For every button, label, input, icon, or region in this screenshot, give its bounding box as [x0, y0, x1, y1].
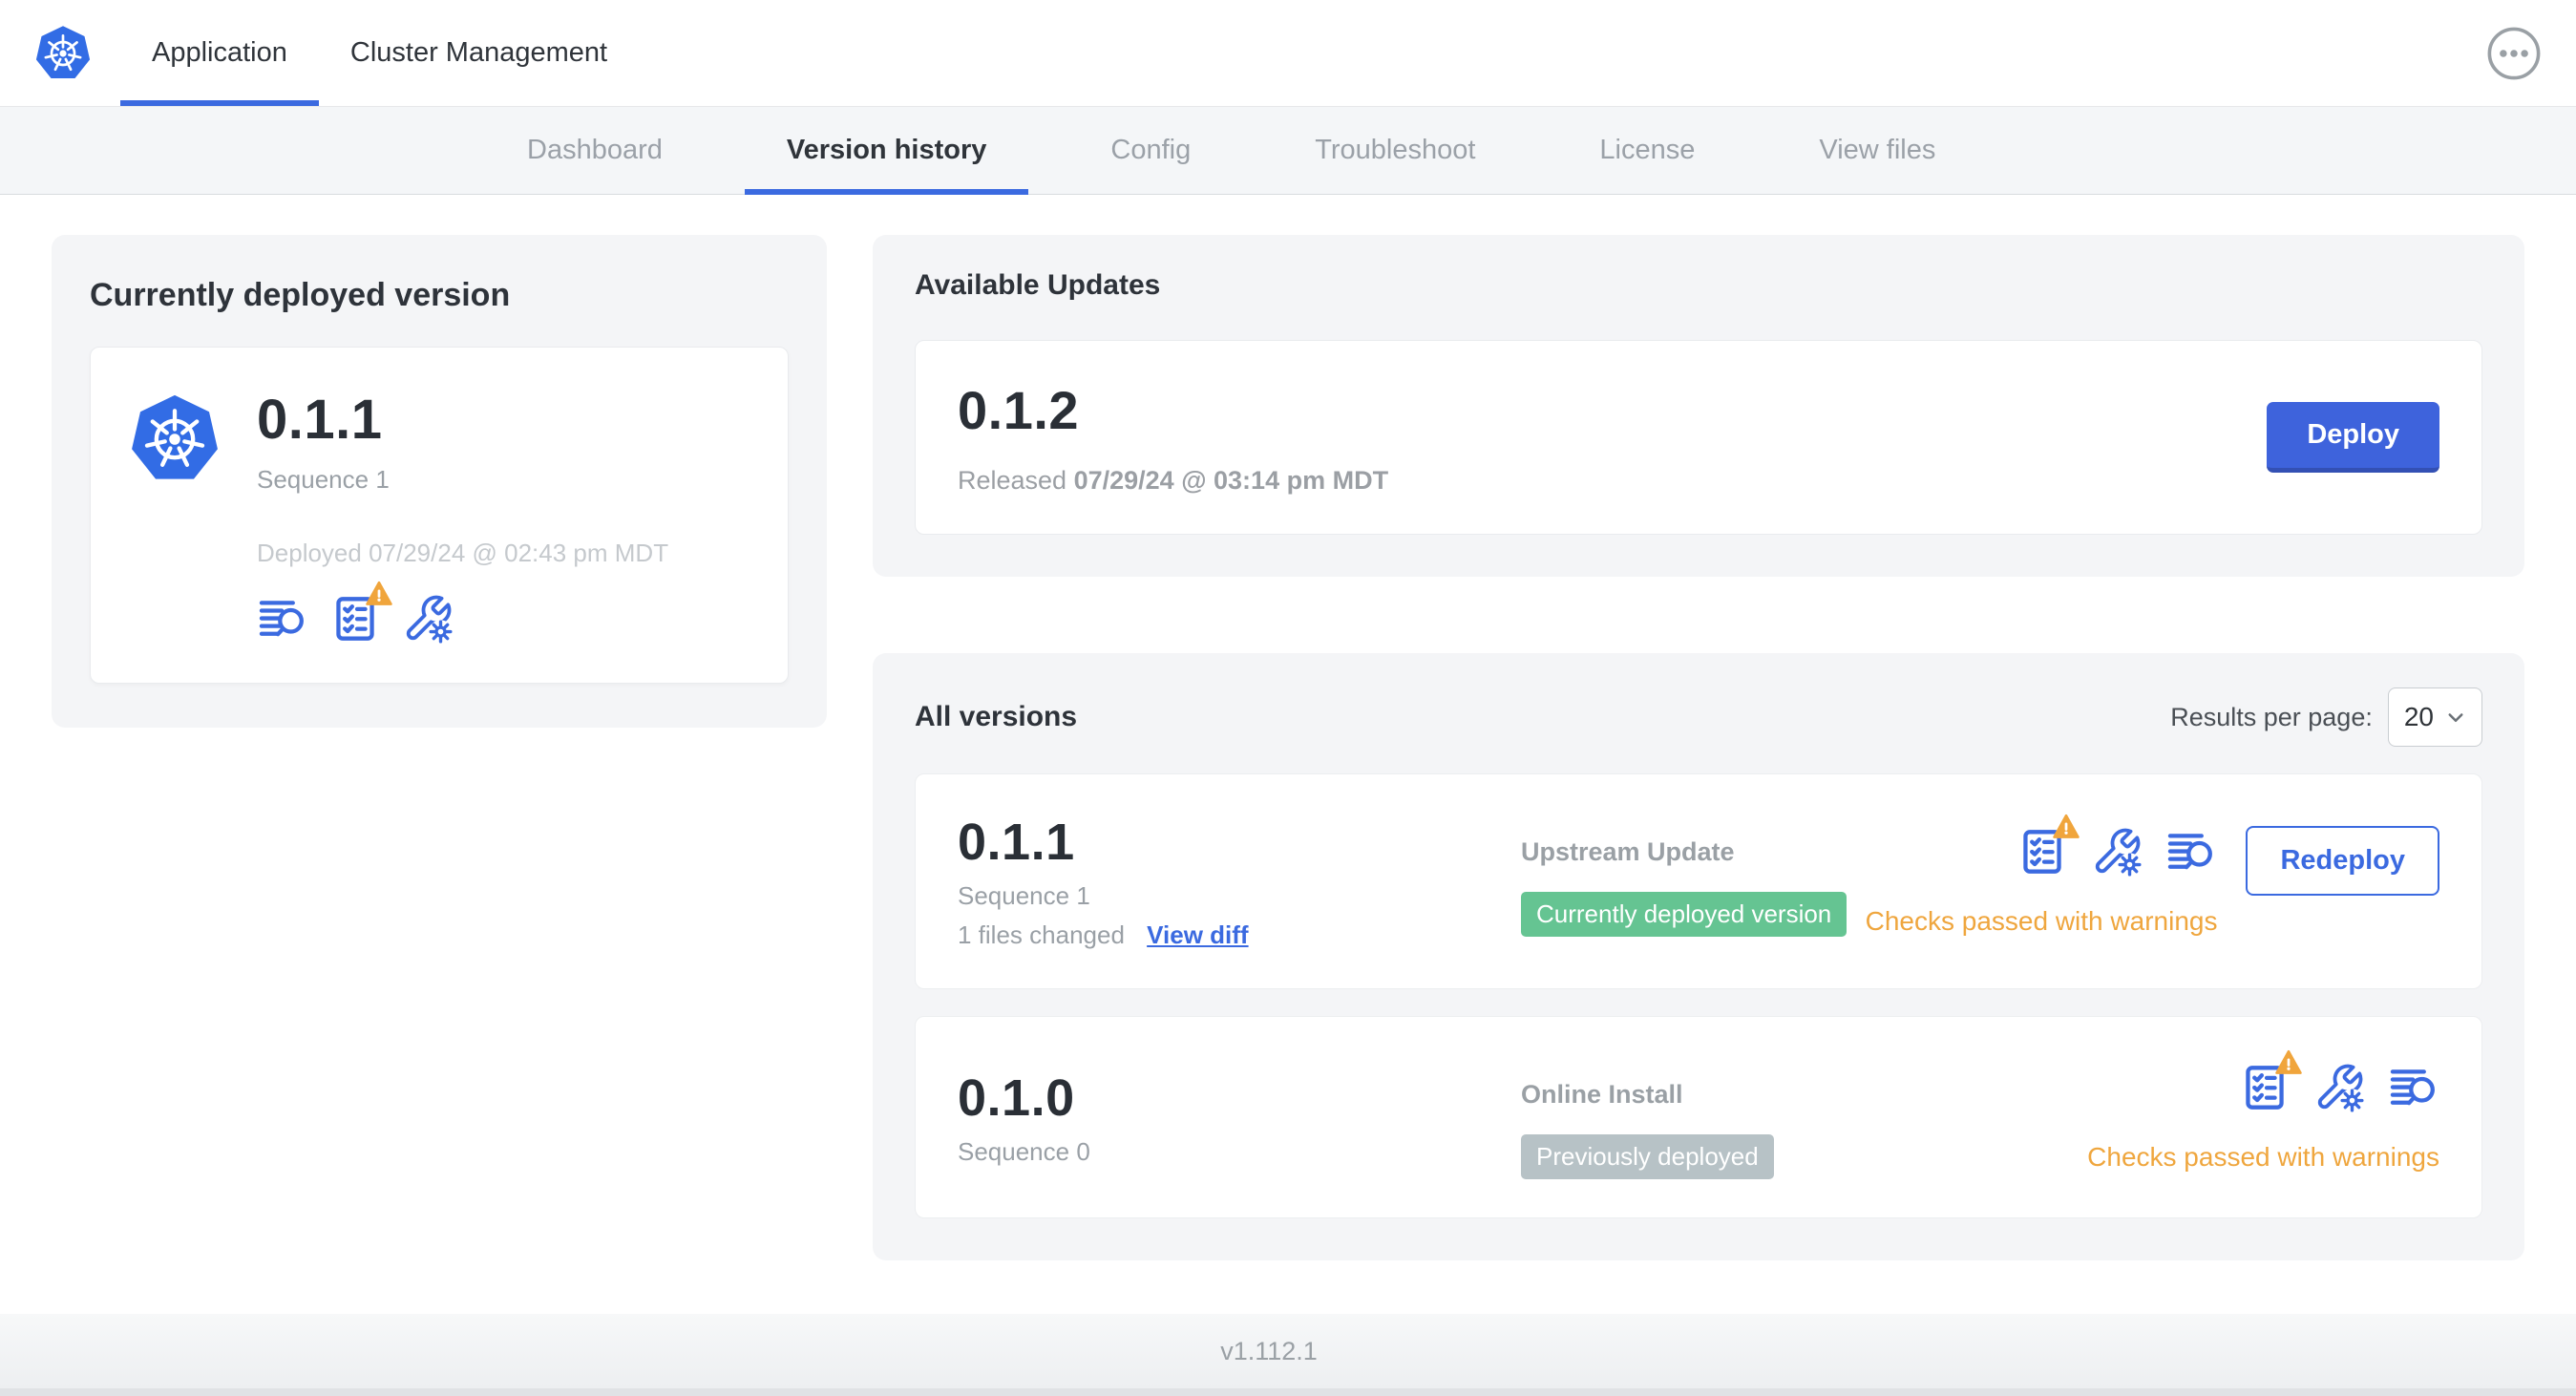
- current-version-actions: [257, 593, 668, 645]
- status-badge: Currently deployed version: [1521, 892, 1848, 937]
- tab-config[interactable]: Config: [1068, 107, 1233, 194]
- version-status-block: Checks passed with warnings: [1865, 826, 2218, 937]
- deploy-logs-icon[interactable]: [2388, 1062, 2439, 1113]
- version-action-icons: [2239, 1062, 2439, 1113]
- config-icon[interactable]: [402, 593, 454, 645]
- all-versions-header: All versions Results per page: 20: [915, 687, 2482, 747]
- main-content: Currently deployed version 0.1.1 Sequenc…: [0, 195, 2576, 1314]
- overflow-menu-button[interactable]: [2486, 26, 2542, 81]
- deploy-button[interactable]: Deploy: [2267, 402, 2439, 473]
- currently-deployed-version-panel: 0.1.1 Sequence 1 Deployed 07/29/24 @ 02:…: [90, 347, 789, 684]
- tab-dashboard[interactable]: Dashboard: [485, 107, 705, 194]
- right-column: Available Updates 0.1.2 Released 07/29/2…: [873, 235, 2524, 1314]
- currently-deployed-card: Currently deployed version 0.1.1 Sequenc…: [52, 235, 827, 728]
- update-released-line: Released 07/29/24 @ 03:14 pm MDT: [958, 466, 1388, 496]
- current-version-number: 0.1.1: [257, 389, 383, 451]
- version-row-source: Online Install Previously deployed: [1521, 1055, 2087, 1179]
- warning-triangle-icon: [2051, 813, 2081, 841]
- preflight-checks-warning-icon[interactable]: [329, 593, 381, 645]
- warning-triangle-icon: [2273, 1048, 2304, 1077]
- version-sequence: Sequence 0: [958, 1136, 1090, 1166]
- checks-status-text: Checks passed with warnings: [1865, 906, 2218, 936]
- all-versions-card: All versions Results per page: 20 0.1.1 …: [873, 653, 2524, 1260]
- preflight-checks-warning-icon[interactable]: [2239, 1062, 2291, 1113]
- currently-deployed-title: Currently deployed version: [90, 277, 511, 313]
- warning-triangle-icon: [364, 580, 394, 608]
- tab-cluster-management[interactable]: Cluster Management: [319, 0, 639, 106]
- page: Application Cluster Management Dashboard…: [0, 0, 2576, 1396]
- checks-status-text: Checks passed with warnings: [2087, 1142, 2439, 1172]
- released-date: 07/29/24 @ 03:14 pm MDT: [1073, 466, 1389, 495]
- released-label: Released: [958, 466, 1067, 495]
- tab-application-label: Application: [152, 37, 287, 68]
- config-icon[interactable]: [2091, 826, 2143, 878]
- left-column: Currently deployed version 0.1.1 Sequenc…: [52, 235, 827, 1314]
- status-badge: Previously deployed: [1521, 1134, 1774, 1179]
- redeploy-button[interactable]: Redeploy: [2246, 826, 2439, 896]
- version-status-block: Checks passed with warnings: [2087, 1062, 2439, 1173]
- results-per-page-label: Results per page:: [2170, 702, 2373, 731]
- current-version-sequence: Sequence 1: [257, 465, 390, 494]
- config-icon[interactable]: [2313, 1062, 2365, 1113]
- version-action-icons: [2016, 826, 2217, 878]
- tab-application[interactable]: Application: [120, 0, 319, 106]
- preflight-checks-warning-icon[interactable]: [2016, 826, 2068, 878]
- tab-cluster-management-label: Cluster Management: [349, 37, 608, 68]
- chevron-down-icon: [2441, 703, 2470, 731]
- tab-view-files[interactable]: View files: [1777, 107, 1977, 194]
- version-row: 0.1.0 Sequence 0 Online Install Previous…: [915, 1016, 2482, 1218]
- version-row-info: 0.1.1 Sequence 1 1 files changed View di…: [958, 813, 1521, 950]
- deploy-logs-icon[interactable]: [257, 593, 308, 645]
- version-row-source: Upstream Update Currently deployed versi…: [1521, 813, 1866, 937]
- section-nav: Dashboard Version history Config Trouble…: [0, 107, 2576, 195]
- app-nav: Application Cluster Management: [120, 0, 639, 106]
- source-label: Online Install: [1521, 1080, 1683, 1109]
- update-version-number: 0.1.2: [958, 380, 1080, 440]
- tab-version-history[interactable]: Version history: [744, 107, 1029, 195]
- footer: v1.112.1: [0, 1314, 2576, 1396]
- files-changed-label: 1 files changed: [958, 920, 1125, 949]
- version-row: 0.1.1 Sequence 1 1 files changed View di…: [915, 773, 2482, 989]
- app-kubernetes-logo-icon: [129, 393, 221, 485]
- results-per-page-value: 20: [2403, 702, 2434, 731]
- tab-troubleshoot[interactable]: Troubleshoot: [1273, 107, 1517, 194]
- source-label: Upstream Update: [1521, 837, 1735, 866]
- version-row-actions: Checks passed with warnings: [2087, 1062, 2439, 1173]
- ellipsis-icon: [2486, 26, 2542, 81]
- top-bar: Application Cluster Management: [0, 0, 2576, 107]
- current-version-info: 0.1.1 Sequence 1 Deployed 07/29/24 @ 02:…: [257, 388, 668, 645]
- view-diff-link[interactable]: View diff: [1147, 920, 1248, 949]
- tab-license[interactable]: License: [1557, 107, 1737, 194]
- available-updates-title: Available Updates: [915, 269, 1161, 301]
- files-changed-line: 1 files changed View diff: [958, 920, 1521, 950]
- deploy-logs-icon[interactable]: [2165, 826, 2217, 878]
- results-per-page: Results per page: 20: [2170, 687, 2482, 747]
- all-versions-title: All versions: [915, 701, 1078, 732]
- version-number: 0.1.0: [958, 1068, 1075, 1127]
- version-sequence: Sequence 1: [958, 881, 1090, 910]
- update-row: 0.1.2 Released 07/29/24 @ 03:14 pm MDT D…: [915, 340, 2482, 535]
- version-number: 0.1.1: [958, 814, 1075, 871]
- kubernetes-logo-icon: [34, 25, 92, 82]
- version-row-actions: Checks passed with warnings Redeploy: [1866, 826, 2439, 937]
- results-per-page-select[interactable]: 20: [2387, 687, 2482, 747]
- current-version-deployed-at: Deployed 07/29/24 @ 02:43 pm MDT: [257, 539, 669, 567]
- update-info: 0.1.2 Released 07/29/24 @ 03:14 pm MDT: [958, 379, 1388, 496]
- version-row-info: 0.1.0 Sequence 0: [958, 1068, 1521, 1167]
- admin-console-version: v1.112.1: [1220, 1336, 1318, 1365]
- available-updates-card: Available Updates 0.1.2 Released 07/29/2…: [873, 235, 2524, 577]
